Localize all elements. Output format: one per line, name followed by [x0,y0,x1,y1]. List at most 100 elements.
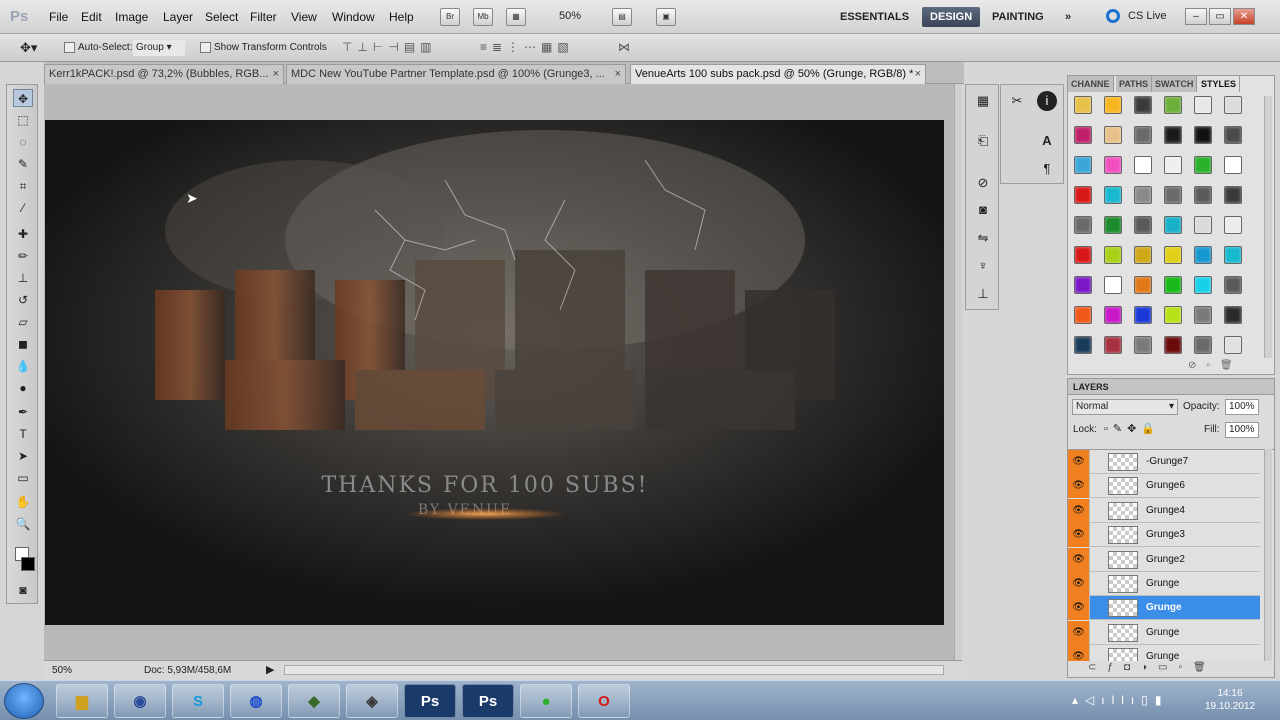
style-swatch[interactable] [1164,216,1182,234]
workspace-painting[interactable]: PAINTING [984,7,1052,27]
visibility-eye-icon[interactable]: 👁 [1068,474,1090,499]
style-swatch[interactable] [1224,156,1242,174]
auto-select-checkbox[interactable] [64,42,75,53]
photoshop-taskbar-icon[interactable]: Ps [404,684,456,718]
marquee-tool-icon[interactable]: ⬚ [13,111,33,129]
bridge-button[interactable]: Br [440,8,460,26]
style-swatch[interactable] [1164,306,1182,324]
menu-image[interactable]: Image [115,10,148,24]
brush-tool-icon[interactable]: ✏ [13,247,33,265]
zoom-level[interactable]: 50% [559,10,581,22]
tool-presets-panel-icon[interactable]: ⊥ [973,284,993,304]
tab-close-icon[interactable]: × [615,65,621,84]
style-swatch[interactable] [1074,126,1092,144]
style-swatch[interactable] [1104,216,1122,234]
app-taskbar-icon[interactable]: ◆ [288,684,340,718]
layer-row[interactable]: 👁 Grunge6 [1068,474,1260,499]
history-brush-tool-icon[interactable]: ↺ [13,291,33,309]
visibility-eye-icon[interactable]: 👁 [1068,450,1090,474]
style-swatch[interactable] [1134,96,1152,114]
layer-row[interactable]: 👁 Grunge4 [1068,498,1260,523]
layers-scrollbar[interactable] [1264,449,1272,661]
menu-select[interactable]: Select [205,10,238,24]
style-swatch[interactable] [1134,276,1152,294]
style-swatch[interactable] [1224,246,1242,264]
more-workspaces-icon[interactable]: » [1057,7,1079,27]
menu-edit[interactable]: Edit [81,10,102,24]
style-swatch[interactable] [1164,336,1182,354]
style-swatch[interactable] [1074,186,1092,204]
menu-layer[interactable]: Layer [163,10,193,24]
layer-row[interactable]: 👁 Grunge [1068,596,1260,621]
style-swatch[interactable] [1134,216,1152,234]
hand-tool-icon[interactable]: ✋ [13,493,33,511]
quick-select-tool-icon[interactable]: ✎ [13,155,33,173]
clone-stamp-tool-icon[interactable]: ⊥ [13,269,33,287]
style-swatch[interactable] [1104,276,1122,294]
style-swatch[interactable] [1074,96,1092,114]
horizontal-scrollbar[interactable] [284,665,944,675]
style-swatch[interactable] [1104,186,1122,204]
explorer-taskbar-icon[interactable]: ▆ [56,684,108,718]
extras-button[interactable]: ▦ [506,8,526,26]
layer-row[interactable]: 👁 Grunge [1068,572,1260,596]
restore-button[interactable]: ▭ [1209,8,1231,25]
menu-view[interactable]: View [291,10,317,24]
auto-align-icon[interactable]: ⋈ [618,40,630,54]
menu-file[interactable]: File [49,10,68,24]
layer-row[interactable]: 👁 Grunge2 [1068,547,1260,572]
status-zoom[interactable]: 50% [52,665,72,676]
app2-taskbar-icon[interactable]: ◈ [346,684,398,718]
style-swatch[interactable] [1074,156,1092,174]
style-swatch[interactable] [1134,156,1152,174]
visibility-eye-icon[interactable]: 👁 [1068,596,1090,621]
style-swatch[interactable] [1164,246,1182,264]
style-swatch[interactable] [1194,156,1212,174]
workspace-design[interactable]: DESIGN [922,7,981,27]
system-tray-icons[interactable]: ▴◁ıllı▯▮ [1072,693,1168,707]
blur-tool-icon[interactable]: 💧 [13,357,33,375]
path-select-tool-icon[interactable]: ➤ [13,447,33,465]
move-tool-icon[interactable]: ✥ [13,89,33,107]
auto-select-dropdown[interactable]: Group ▾ [133,40,185,56]
visibility-eye-icon[interactable]: 👁 [1068,572,1090,596]
zoom-tool-icon[interactable]: 🔍 [13,515,33,533]
fill-field[interactable]: 100% [1225,422,1259,438]
style-swatch[interactable] [1074,336,1092,354]
visibility-eye-icon[interactable]: 👁 [1068,547,1090,572]
minibridge-panel-icon[interactable]: ▦ [973,91,993,111]
style-swatch[interactable] [1194,96,1212,114]
styles-scrollbar[interactable] [1264,96,1272,358]
lasso-tool-icon[interactable]: ◌ [13,133,33,151]
style-swatch[interactable] [1194,246,1212,264]
tab-styles[interactable]: STYLES [1198,76,1241,92]
layer-row[interactable]: 👁 -Grunge7 [1068,450,1260,474]
style-swatch[interactable] [1164,156,1182,174]
style-swatch[interactable] [1194,306,1212,324]
navigator-panel-icon[interactable]: ⊘ [973,173,993,193]
workspace-essentials[interactable]: ESSENTIALS [832,7,917,27]
style-swatch[interactable] [1104,336,1122,354]
gradient-tool-icon[interactable]: ◼ [13,335,33,353]
screen-mode-button[interactable]: ▣ [656,8,676,26]
paragraph-panel-icon[interactable]: ¶ [1037,159,1057,179]
style-swatch[interactable] [1104,96,1122,114]
tab-close-icon[interactable]: × [915,65,921,84]
style-swatch[interactable] [1134,186,1152,204]
tab-mdc-template[interactable]: MDC New YouTube Partner Template.psd @ 1… [286,64,626,84]
layers-footer-icons[interactable]: ⊂ƒ◘◑▭▫🗑 [1088,662,1217,673]
tab-paths[interactable]: PATHS [1116,76,1153,92]
browser-taskbar-icon[interactable]: ◍ [230,684,282,718]
type-tool-icon[interactable]: T [13,425,33,443]
start-button[interactable] [4,683,44,719]
style-swatch[interactable] [1224,216,1242,234]
style-swatch[interactable] [1104,306,1122,324]
style-swatch[interactable] [1104,156,1122,174]
style-swatch[interactable] [1224,336,1242,354]
style-swatch[interactable] [1194,126,1212,144]
info-panel-icon[interactable]: i [1037,91,1057,111]
style-swatch[interactable] [1134,336,1152,354]
style-swatch[interactable] [1224,276,1242,294]
close-window-button[interactable]: ✕ [1233,8,1255,25]
minibridge-button[interactable]: Mb [473,8,493,26]
